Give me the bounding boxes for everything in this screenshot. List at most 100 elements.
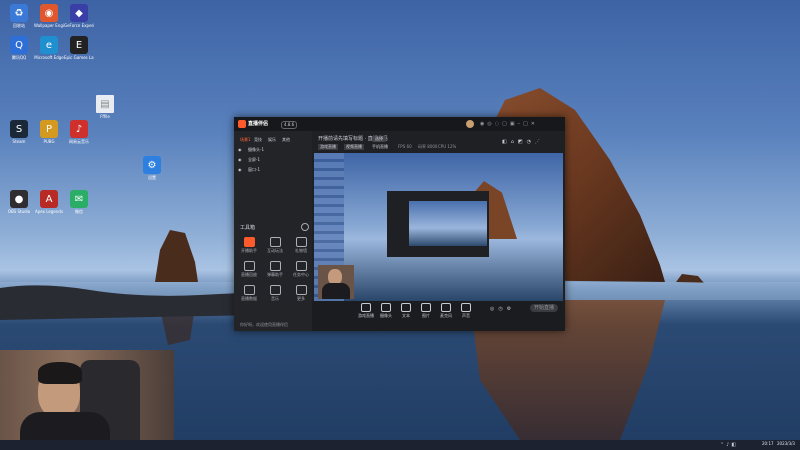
start-live-button[interactable]: 开始直播	[530, 304, 559, 312]
control-label: 图片	[422, 313, 430, 318]
desktop-icon-image: ◉	[40, 4, 58, 22]
stat-2: 码率 8000	[418, 144, 438, 149]
tool-6[interactable]: 任务中心	[290, 261, 312, 278]
tool-7[interactable]: 直播数据	[238, 285, 260, 302]
streaming-app-window: 直播伴侣 4.8.6 ◉◎◌▢▣–□✕ 场景1 竞技 娱乐 其他 ◉ 摄像头-1 ◉ 全屏-…	[234, 117, 565, 331]
desktop-icon[interactable]: ✉ 微信	[64, 190, 94, 214]
desktop-icon-label: 回收站	[13, 23, 25, 28]
tool-3[interactable]: 礼物墙	[290, 237, 312, 254]
control-3[interactable]: 文本	[396, 303, 416, 319]
tool-1[interactable]: 开播助手	[238, 237, 260, 254]
user-avatar[interactable]	[466, 120, 474, 128]
nested-preview	[409, 201, 487, 246]
taskbar: ⌃♪◧ 20:17 2023/3/3	[0, 440, 800, 450]
scene-visibility-icon[interactable]: ◉	[238, 157, 242, 163]
tool-icon	[269, 285, 281, 295]
control-2[interactable]: 摄像头	[376, 303, 396, 319]
desktop-icon[interactable]: ♻ 回收站	[4, 4, 34, 28]
desktop-icon-image: Q	[10, 36, 28, 54]
tool-icon	[295, 237, 307, 247]
tab-4[interactable]: 其他	[282, 137, 290, 143]
subtab-1[interactable]: 游戏直播	[318, 144, 338, 150]
control-icon	[361, 303, 371, 312]
tool-8[interactable]: 音乐	[264, 285, 286, 302]
desktop-icon-label: OBS Studio	[7, 209, 31, 214]
control-4[interactable]: 图片	[416, 303, 436, 319]
desktop-icon[interactable]: EEpic Games Launcher	[64, 36, 94, 60]
extra-controls[interactable]: ◎◷⚙	[490, 306, 515, 312]
desktop-icon[interactable]: ◉Wallpaper Engine	[34, 4, 64, 28]
desktop-icon-label: Epic Games Launcher	[64, 55, 94, 60]
desktop-icon-image: e	[40, 36, 58, 54]
tab-1[interactable]: 场景1	[240, 137, 251, 143]
tool-icon	[243, 285, 255, 295]
header-icons[interactable]: ◧⌂◩◔⋰	[502, 139, 544, 145]
preview-webcam	[318, 265, 354, 299]
scene-item[interactable]: 窗口-1	[248, 167, 260, 173]
settings-icon[interactable]: ⚙ 设置	[137, 156, 167, 180]
desktop-icon-image: ♪	[70, 120, 88, 138]
notice-text: 你好呀，欢迎使用直播伴侣	[240, 322, 288, 327]
control-label: 麦克风	[440, 313, 452, 318]
subtab-3[interactable]: 手机直播	[370, 144, 390, 150]
desktop-icon-image: ✉	[70, 190, 88, 208]
file-icon[interactable]: ▤ Fffile	[90, 95, 120, 119]
tool-label: 互动玩法	[267, 248, 283, 253]
subtab-2[interactable]: 视频直播	[344, 144, 364, 150]
tab-2[interactable]: 竞技	[254, 137, 262, 143]
toolbox-title: 工具箱	[240, 225, 256, 231]
scene-visibility-icon[interactable]: ◉	[238, 147, 242, 153]
tool-icon	[295, 285, 307, 295]
control-icon	[441, 303, 451, 312]
tool-label: 开播助手	[241, 248, 257, 253]
desktop: ♻回收站◉Wallpaper Engine◆GeForce Experience…	[0, 0, 800, 450]
tool-label: 直播数据	[241, 296, 257, 301]
desktop-icon[interactable]: S Steam	[4, 120, 34, 144]
control-5[interactable]: 麦克风	[436, 303, 456, 319]
tool-4[interactable]: 直播回放	[238, 261, 260, 278]
preview-area	[314, 153, 563, 301]
desktop-icon[interactable]: e Microsoft Edge	[34, 36, 64, 60]
control-icon	[421, 303, 431, 312]
toolbox-settings-icon[interactable]	[301, 223, 309, 231]
taskbar-tray-icons[interactable]: ⌃♪◧	[720, 442, 738, 448]
control-icon	[381, 303, 391, 312]
webcam-hair	[38, 362, 82, 384]
desktop-icon-label: Apex Legends	[34, 209, 64, 214]
tab-3[interactable]: 娱乐	[268, 137, 276, 143]
desktop-icon-image: ♻	[10, 4, 28, 22]
desktop-icon-label: 腾讯QQ	[11, 55, 27, 60]
webcam-overlay	[0, 350, 174, 450]
tool-icon	[269, 237, 281, 247]
scene-visibility-icon[interactable]: ◉	[238, 167, 242, 173]
category-chip[interactable]: 选择	[372, 136, 386, 142]
control-6[interactable]: 声音	[456, 303, 476, 319]
stat-3: CPU 12%	[438, 144, 457, 149]
desktop-icon-label: Wallpaper Engine	[34, 23, 64, 28]
desktop-icon[interactable]: A Apex Legends	[34, 190, 64, 214]
desktop-icon-label: 微信	[75, 209, 83, 214]
control-icon	[401, 303, 411, 312]
tool-9[interactable]: 更多	[290, 285, 312, 302]
control-icon	[461, 303, 471, 312]
taskbar-date[interactable]: 2023/3/3	[777, 441, 795, 446]
version-badge[interactable]: 4.8.6	[281, 121, 298, 129]
desktop-icon[interactable]: Q 腾讯QQ	[4, 36, 34, 60]
desktop-icon[interactable]: ● OBS Studio	[4, 190, 34, 214]
tool-label: 音乐	[271, 296, 279, 301]
control-1[interactable]: 游戏直播	[356, 303, 376, 319]
tool-2[interactable]: 互动玩法	[264, 237, 286, 254]
tool-5[interactable]: 弹幕助手	[264, 261, 286, 278]
taskbar-time[interactable]: 20:17	[762, 441, 774, 446]
preview-webcam-body	[322, 283, 350, 299]
scene-item[interactable]: 全屏-1	[248, 157, 260, 163]
preview-inner-window	[387, 191, 489, 257]
desktop-icon[interactable]: ♪ 网易云音乐	[64, 120, 94, 144]
desktop-icon[interactable]: P PUBG	[34, 120, 64, 144]
desktop-icon-label: 网易云音乐	[69, 139, 89, 144]
desktop-icon[interactable]: ◆GeForce Experience	[64, 4, 94, 28]
desktop-icon-image: S	[10, 120, 28, 138]
scene-item[interactable]: 摄像头-1	[248, 147, 264, 153]
window-controls[interactable]: ◉◎◌▢▣–□✕	[480, 121, 538, 127]
control-label: 摄像头	[380, 313, 392, 318]
